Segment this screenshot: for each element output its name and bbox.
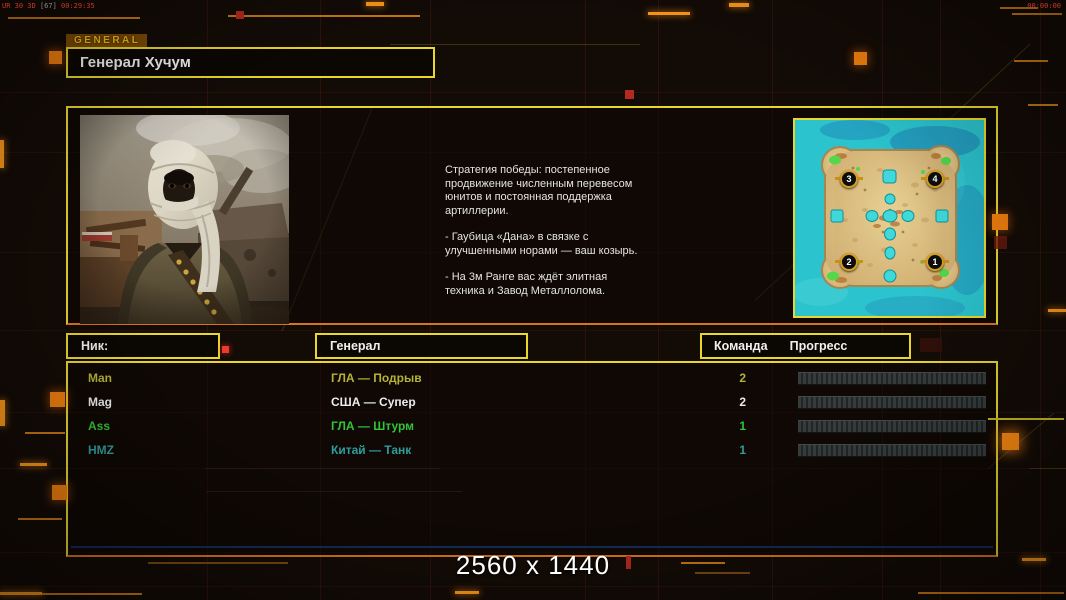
- circuit-line: [1030, 468, 1066, 469]
- grid-line: [0, 92, 1066, 93]
- player-progress-bar: [798, 396, 986, 409]
- general-name: Генерал Хучум: [80, 54, 191, 71]
- spawn-marker: 3: [835, 170, 863, 188]
- resolution-label: 2560 x 1440: [455, 550, 611, 580]
- player-rows: Man ГЛА — Подрыв 2 Mag США — Супер 2 Ass…: [68, 367, 996, 463]
- player-team: 1: [739, 443, 746, 457]
- header-nick: Ник:: [66, 333, 220, 359]
- spawn-marker: 4: [921, 170, 949, 188]
- briefing-paragraph: Стратегия победы: постепенное продвижени…: [445, 164, 633, 217]
- general-portrait-image: [80, 115, 289, 324]
- player-general: Китай — Танк: [331, 443, 412, 457]
- player-row: Mag США — Супер 2: [68, 391, 996, 415]
- briefing-paragraph: - Гаубица «Дана» в связке с улучшенными …: [445, 231, 638, 257]
- player-progress-bar: [798, 444, 986, 457]
- briefing-panel: Стратегия победы: постепенное продвижени…: [66, 106, 998, 325]
- spawn-marker: 2: [835, 253, 863, 271]
- player-row: Ass ГЛА — Штурм 1: [68, 415, 996, 439]
- player-team: 1: [739, 419, 746, 433]
- player-list-panel: Man ГЛА — Подрыв 2 Mag США — Супер 2 Ass…: [66, 361, 998, 557]
- player-nick: Mag: [88, 395, 112, 409]
- strategy-briefing: Стратегия победы: постепенное продвижени…: [445, 164, 645, 311]
- header-general-label: Генерал: [330, 339, 381, 353]
- player-nick: HMZ: [88, 443, 114, 457]
- panel-divider-line: [71, 546, 993, 548]
- header-nick-label: Ник:: [81, 339, 109, 353]
- fps-readout: UR 30 3D: [2, 2, 36, 10]
- player-general: США — Супер: [331, 395, 416, 409]
- minimap-image: [795, 120, 984, 316]
- player-nick: Ass: [88, 419, 111, 433]
- player-row: Man ГЛА — Подрыв 2: [68, 367, 996, 391]
- player-progress-bar: [798, 420, 986, 433]
- loading-screen: UR 30 3D [67] 00:29:35 00:00:00 GENERAL …: [0, 0, 1066, 600]
- session-timer: 00:29:35: [61, 2, 95, 10]
- player-general: ГЛА — Штурм: [331, 419, 415, 433]
- header-general: Генерал: [315, 333, 528, 359]
- performance-overlay: UR 30 3D [67] 00:29:35: [2, 2, 95, 10]
- frame-counter: [67]: [39, 2, 57, 10]
- player-row: HMZ Китай — Танк 1: [68, 439, 996, 463]
- minimap: 3 4 2 1: [793, 118, 986, 318]
- header-progress-label: Прогресс: [789, 339, 848, 353]
- briefing-paragraph: - На 3м Ранге вас ждёт элитная техника и…: [445, 271, 608, 297]
- match-timer: 00:00:00: [1027, 2, 1061, 10]
- player-general: ГЛА — Подрыв: [331, 371, 422, 385]
- player-nick: Man: [88, 371, 112, 385]
- match-timer-value: 00:00:00: [1027, 2, 1061, 10]
- grid-line: [0, 330, 1066, 331]
- general-name-box: Генерал Хучум: [66, 47, 435, 78]
- circuit-line: [390, 44, 640, 45]
- grid-line: [0, 586, 1066, 587]
- spawn-marker: 1: [921, 253, 949, 271]
- player-team: 2: [739, 395, 746, 409]
- header-team-label: Команда: [714, 339, 768, 353]
- header-team-progress: Команда Прогресс: [700, 333, 911, 359]
- tab-general: GENERAL: [66, 34, 148, 47]
- grid-line: [1040, 0, 1041, 600]
- player-progress-bar: [798, 372, 986, 385]
- player-team: 2: [739, 371, 746, 385]
- general-portrait: [80, 115, 289, 324]
